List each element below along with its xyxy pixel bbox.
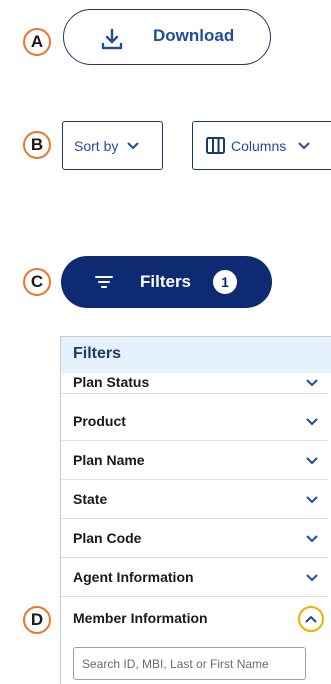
chevron-down-icon [306,418,318,425]
filters-button[interactable]: Filters 1 [61,256,272,308]
columns-label: Columns [231,137,287,154]
chevron-down-icon [306,574,318,581]
filter-row-label: Member Information [73,610,208,626]
filter-row-state[interactable]: State [61,480,328,519]
member-search-input[interactable] [73,647,306,680]
filter-row-label: State [73,491,108,507]
filter-row-plan-name[interactable]: Plan Name [61,441,328,480]
chevron-up-icon [305,616,317,623]
chevron-down-icon [298,142,310,149]
marker-c: C [23,268,51,296]
filter-row-label: Agent Information [73,569,194,585]
sort-by-label: Sort by [74,137,119,154]
filter-row-agent-information[interactable]: Agent Information [61,558,328,597]
marker-a: A [23,28,51,56]
download-label: Download [153,26,235,45]
filter-row-label: Plan Name [73,452,145,468]
columns-dropdown[interactable]: Columns [192,121,331,170]
download-icon [101,28,123,50]
marker-b: B [23,131,51,159]
filter-row-label: Plan Status [73,374,150,390]
filters-panel: Filters Plan Status Product Plan Name St… [60,336,331,684]
filter-row-plan-code[interactable]: Plan Code [61,519,328,558]
filters-label: Filters [140,272,192,291]
filter-row-label: Plan Code [73,530,142,546]
member-information-collapse-toggle[interactable] [298,606,324,632]
download-button[interactable]: Download [63,9,271,65]
chevron-down-icon [306,535,318,542]
columns-icon [206,137,225,154]
chevron-down-icon [306,496,318,503]
filter-row-product[interactable]: Product [61,402,328,441]
marker-d: D [23,606,51,634]
filters-panel-title: Filters [73,345,122,362]
filter-row-label: Product [73,413,126,429]
chevron-down-icon [127,142,139,149]
chevron-down-icon [306,457,318,464]
filter-count-badge: 1 [213,270,237,294]
filter-row-plan-status[interactable]: Plan Status [61,370,328,394]
filter-lines-icon [95,276,113,288]
sort-by-dropdown[interactable]: Sort by [62,121,163,170]
chevron-down-icon [306,379,318,386]
filters-panel-header: Filters [61,337,331,373]
